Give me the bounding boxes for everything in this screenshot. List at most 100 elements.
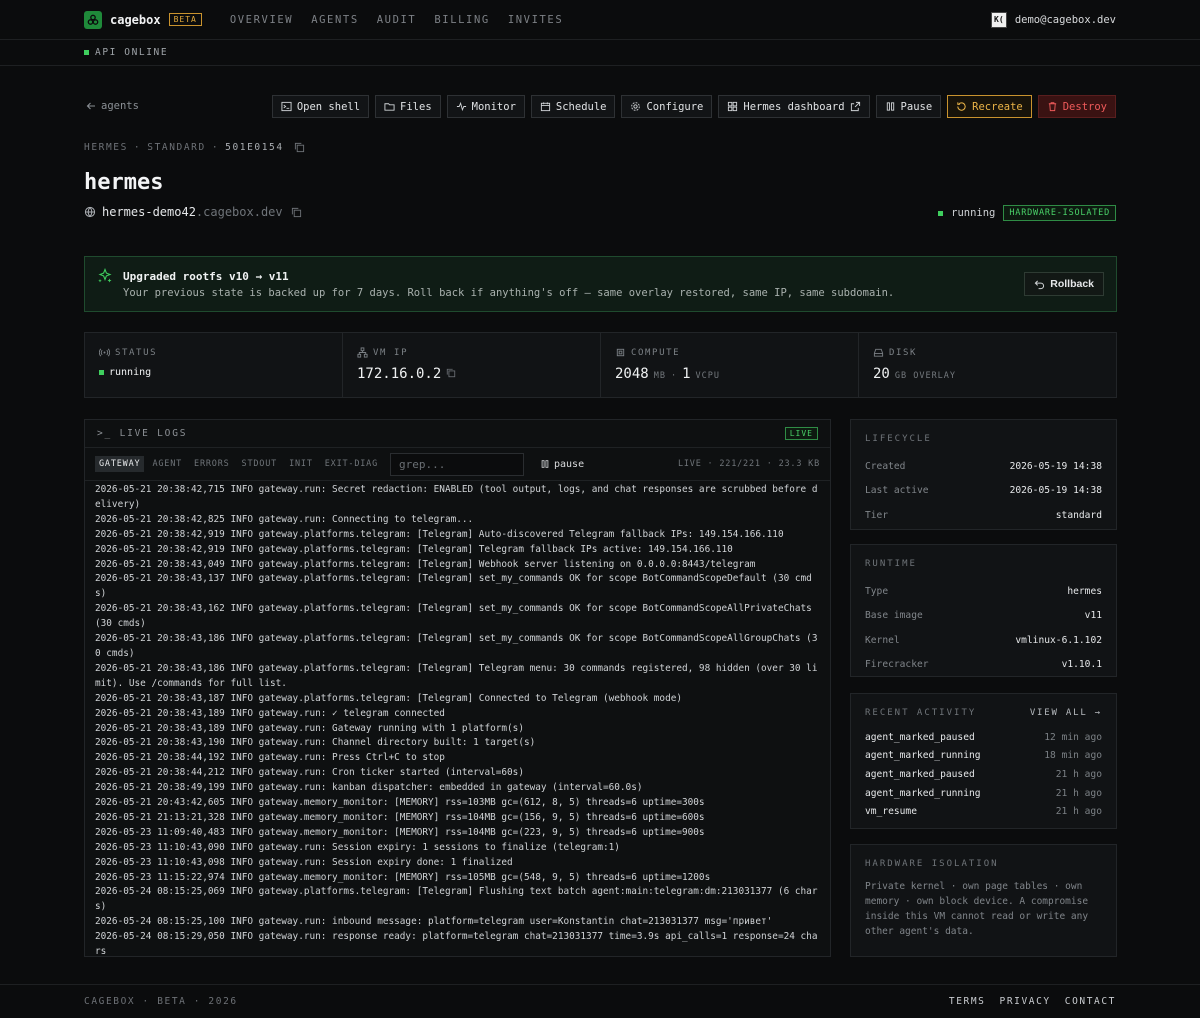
signal-icon xyxy=(99,348,110,357)
activity-item[interactable]: agent_marked_running 18 min ago xyxy=(865,747,1102,766)
configure-label: Configure xyxy=(646,100,704,113)
copy-icon[interactable] xyxy=(446,368,456,378)
live-badge: LIVE xyxy=(784,427,818,440)
tab-gateway[interactable]: GATEWAY xyxy=(95,456,145,472)
cpu-icon xyxy=(616,348,625,357)
kv-key: Base image xyxy=(865,610,923,622)
runtime-title: RUNTIME xyxy=(865,559,917,569)
user-menu[interactable]: K( demo@cagebox.dev xyxy=(990,11,1116,28)
user-avatar: K( xyxy=(990,11,1007,28)
nav-audit[interactable]: AUDIT xyxy=(377,14,417,26)
activity-time: 21 h ago xyxy=(1055,806,1102,818)
hermes-dashboard-button[interactable]: Hermes dashboard xyxy=(718,95,870,118)
stat-status-label: STATUS xyxy=(115,347,158,358)
activity-time: 12 min ago xyxy=(1044,731,1102,743)
configure-button[interactable]: Configure xyxy=(621,95,713,118)
nav-billing[interactable]: BILLING xyxy=(434,14,489,26)
pause-label: Pause xyxy=(900,100,933,113)
activity-item[interactable]: agent_marked_paused 21 h ago xyxy=(865,765,1102,784)
kv-key: Created xyxy=(865,460,906,472)
breadcrumb-separator: · xyxy=(133,142,142,153)
activity-item[interactable]: agent_marked_running 21 h ago xyxy=(865,784,1102,803)
brand[interactable]: cagebox BETA xyxy=(84,10,202,29)
log-line: 2026-05-23 11:10:43,098 INFO gateway.run… xyxy=(95,856,513,868)
recreate-button[interactable]: Recreate xyxy=(947,95,1032,118)
agent-actions-toolbar: Open shell Files Monitor Schedule Config… xyxy=(271,95,1116,118)
stat-status: STATUS running xyxy=(85,333,343,397)
nav-agents[interactable]: AGENTS xyxy=(311,14,359,26)
tab-init[interactable]: INIT xyxy=(285,456,317,472)
kv-key: Tier xyxy=(865,509,889,521)
api-status-bar: API ONLINE xyxy=(0,40,1200,66)
network-icon xyxy=(357,347,368,358)
globe-icon xyxy=(84,206,96,218)
activity-item[interactable]: vm_resume 21 h ago xyxy=(865,802,1102,821)
files-button[interactable]: Files xyxy=(375,95,441,118)
grep-input[interactable] xyxy=(390,452,524,476)
nav-invites[interactable]: INVITES xyxy=(508,14,563,26)
stat-disk: DISK 20 GB OVERLAY xyxy=(859,333,1116,397)
tab-agent[interactable]: AGENT xyxy=(148,456,186,472)
activity-event: agent_marked_running xyxy=(865,750,981,762)
page-title: hermes xyxy=(84,170,164,195)
recreate-label: Recreate xyxy=(972,100,1023,113)
stat-disk-unit: GB OVERLAY xyxy=(894,371,957,381)
view-all-link[interactable]: VIEW ALL → xyxy=(1030,708,1102,718)
schedule-button[interactable]: Schedule xyxy=(530,95,616,118)
log-line: 2026-05-21 20:38:43,186 INFO gateway.pla… xyxy=(95,662,818,689)
activity-event: vm_resume xyxy=(865,806,917,818)
log-line: 2026-05-21 20:38:49,199 INFO gateway.run… xyxy=(95,782,643,794)
agent-breadcrumb: HERMES · STANDARD · 501E0154 xyxy=(84,142,305,153)
hardware-isolated-badge: HARDWARE-ISOLATED xyxy=(1003,205,1116,221)
footer-terms-link[interactable]: TERMS xyxy=(949,996,986,1007)
external-link-icon xyxy=(850,101,860,112)
copy-icon[interactable] xyxy=(294,142,305,153)
destroy-button[interactable]: Destroy xyxy=(1037,95,1116,118)
rotate-icon xyxy=(957,102,966,111)
kv-value: v1.10.1 xyxy=(1061,659,1102,671)
activity-event: agent_marked_paused xyxy=(865,731,975,743)
hardware-isolation-text: Private kernel · own page tables · own m… xyxy=(865,881,1089,937)
hardware-isolation-card: HARDWARE ISOLATION Private kernel · own … xyxy=(850,844,1117,957)
footer-contact-link[interactable]: CONTACT xyxy=(1065,996,1116,1007)
nav-overview[interactable]: OVERVIEW xyxy=(230,14,293,26)
log-line: 2026-05-21 20:38:43,189 INFO gateway.run… xyxy=(95,707,445,719)
log-line: 2026-05-21 20:38:42,919 INFO gateway.pla… xyxy=(95,528,784,540)
recent-activity-card: RECENT ACTIVITY VIEW ALL → agent_marked_… xyxy=(850,693,1117,829)
monitor-button[interactable]: Monitor xyxy=(446,95,525,118)
log-line: 2026-05-21 20:38:42,715 INFO gateway.run… xyxy=(95,484,818,510)
tab-stdout[interactable]: STDOUT xyxy=(238,456,282,472)
log-line: 2026-05-21 20:38:43,162 INFO gateway.pla… xyxy=(95,603,818,630)
calendar-icon xyxy=(540,102,550,112)
activity-item[interactable]: agent_marked_paused 12 min ago xyxy=(865,728,1102,747)
kv-value: hermes xyxy=(1067,585,1102,597)
log-line: 2026-05-21 20:38:43,189 INFO gateway.run… xyxy=(95,722,524,734)
kv-key: Last active xyxy=(865,485,929,497)
live-logs-panel: >_ LIVE LOGS LIVE GATEWAY AGENT ERRORS S… xyxy=(84,419,831,957)
tab-errors[interactable]: ERRORS xyxy=(190,456,234,472)
back-to-agents-link[interactable]: agents xyxy=(86,100,139,112)
copy-icon[interactable] xyxy=(291,207,302,218)
beta-badge: BETA xyxy=(168,13,202,26)
pause-button[interactable]: Pause xyxy=(875,95,942,118)
activity-time: 21 h ago xyxy=(1055,787,1102,799)
kv-value: v11 xyxy=(1084,610,1102,622)
stat-status-dot xyxy=(99,370,104,375)
tab-exit-diag[interactable]: EXIT-DIAG xyxy=(321,456,382,472)
rollback-button[interactable]: Rollback xyxy=(1024,272,1104,296)
pause-logs-button[interactable]: pause xyxy=(540,459,584,470)
open-shell-button[interactable]: Open shell xyxy=(271,95,370,118)
agent-subdomain[interactable]: hermes-demo42.cagebox.dev xyxy=(84,205,302,219)
stat-disk-label: DISK xyxy=(889,347,918,358)
log-line: 2026-05-21 20:38:44,192 INFO gateway.run… xyxy=(95,752,445,764)
stat-compute-cpu-unit: VCPU xyxy=(695,371,721,381)
footer-copyright: CAGEBOX · BETA · 2026 xyxy=(84,996,238,1007)
hermes-dashboard-label: Hermes dashboard xyxy=(743,100,845,113)
log-output[interactable]: 2026-05-21 20:38:42,715 INFO gateway.run… xyxy=(85,481,830,956)
stat-compute-memory: 2048 xyxy=(615,366,649,382)
kv-key: Kernel xyxy=(865,634,900,646)
banner-message: Your previous state is backed up for 7 d… xyxy=(123,286,895,299)
log-line: 2026-05-24 08:15:25,069 INFO gateway.pla… xyxy=(95,886,818,913)
breadcrumb-separator: · xyxy=(211,142,220,153)
footer-privacy-link[interactable]: PRIVACY xyxy=(1000,996,1051,1007)
